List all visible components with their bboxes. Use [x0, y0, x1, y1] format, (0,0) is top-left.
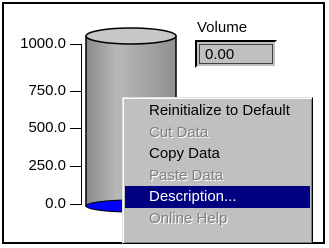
scale-tick-mark	[70, 128, 81, 129]
menu-item-paste-data[interactable]: Paste Data	[125, 165, 310, 187]
scale-axis-line	[81, 44, 82, 205]
scale-tick-mark	[70, 166, 81, 167]
menu-item-online-help[interactable]: Online Help	[125, 208, 310, 230]
scale-tick-label: 1000.0	[20, 35, 66, 52]
scale-tick-mark	[70, 204, 81, 205]
tank-top	[85, 27, 177, 45]
menu-item-reinitialize-to-default[interactable]: Reinitialize to Default	[125, 100, 310, 122]
volume-display[interactable]: 0.00	[195, 40, 277, 68]
scale-tick-label: 750.0	[28, 82, 66, 99]
volume-label: Volume	[197, 19, 248, 36]
scale-tick-mark	[70, 44, 81, 45]
scale-tick-label: 250.0	[28, 157, 66, 174]
menu-item-description[interactable]: Description...	[125, 186, 310, 208]
scale-tick-label: 0.0	[45, 195, 66, 212]
scale-tick-mark	[70, 91, 81, 92]
menu-item-cut-data[interactable]: Cut Data	[125, 122, 310, 144]
context-menu: Reinitialize to Default Cut Data Copy Da…	[122, 97, 313, 244]
scale-tick-label: 500.0	[28, 119, 66, 136]
menu-item-copy-data[interactable]: Copy Data	[125, 143, 310, 165]
volume-value: 0.00	[199, 44, 273, 64]
